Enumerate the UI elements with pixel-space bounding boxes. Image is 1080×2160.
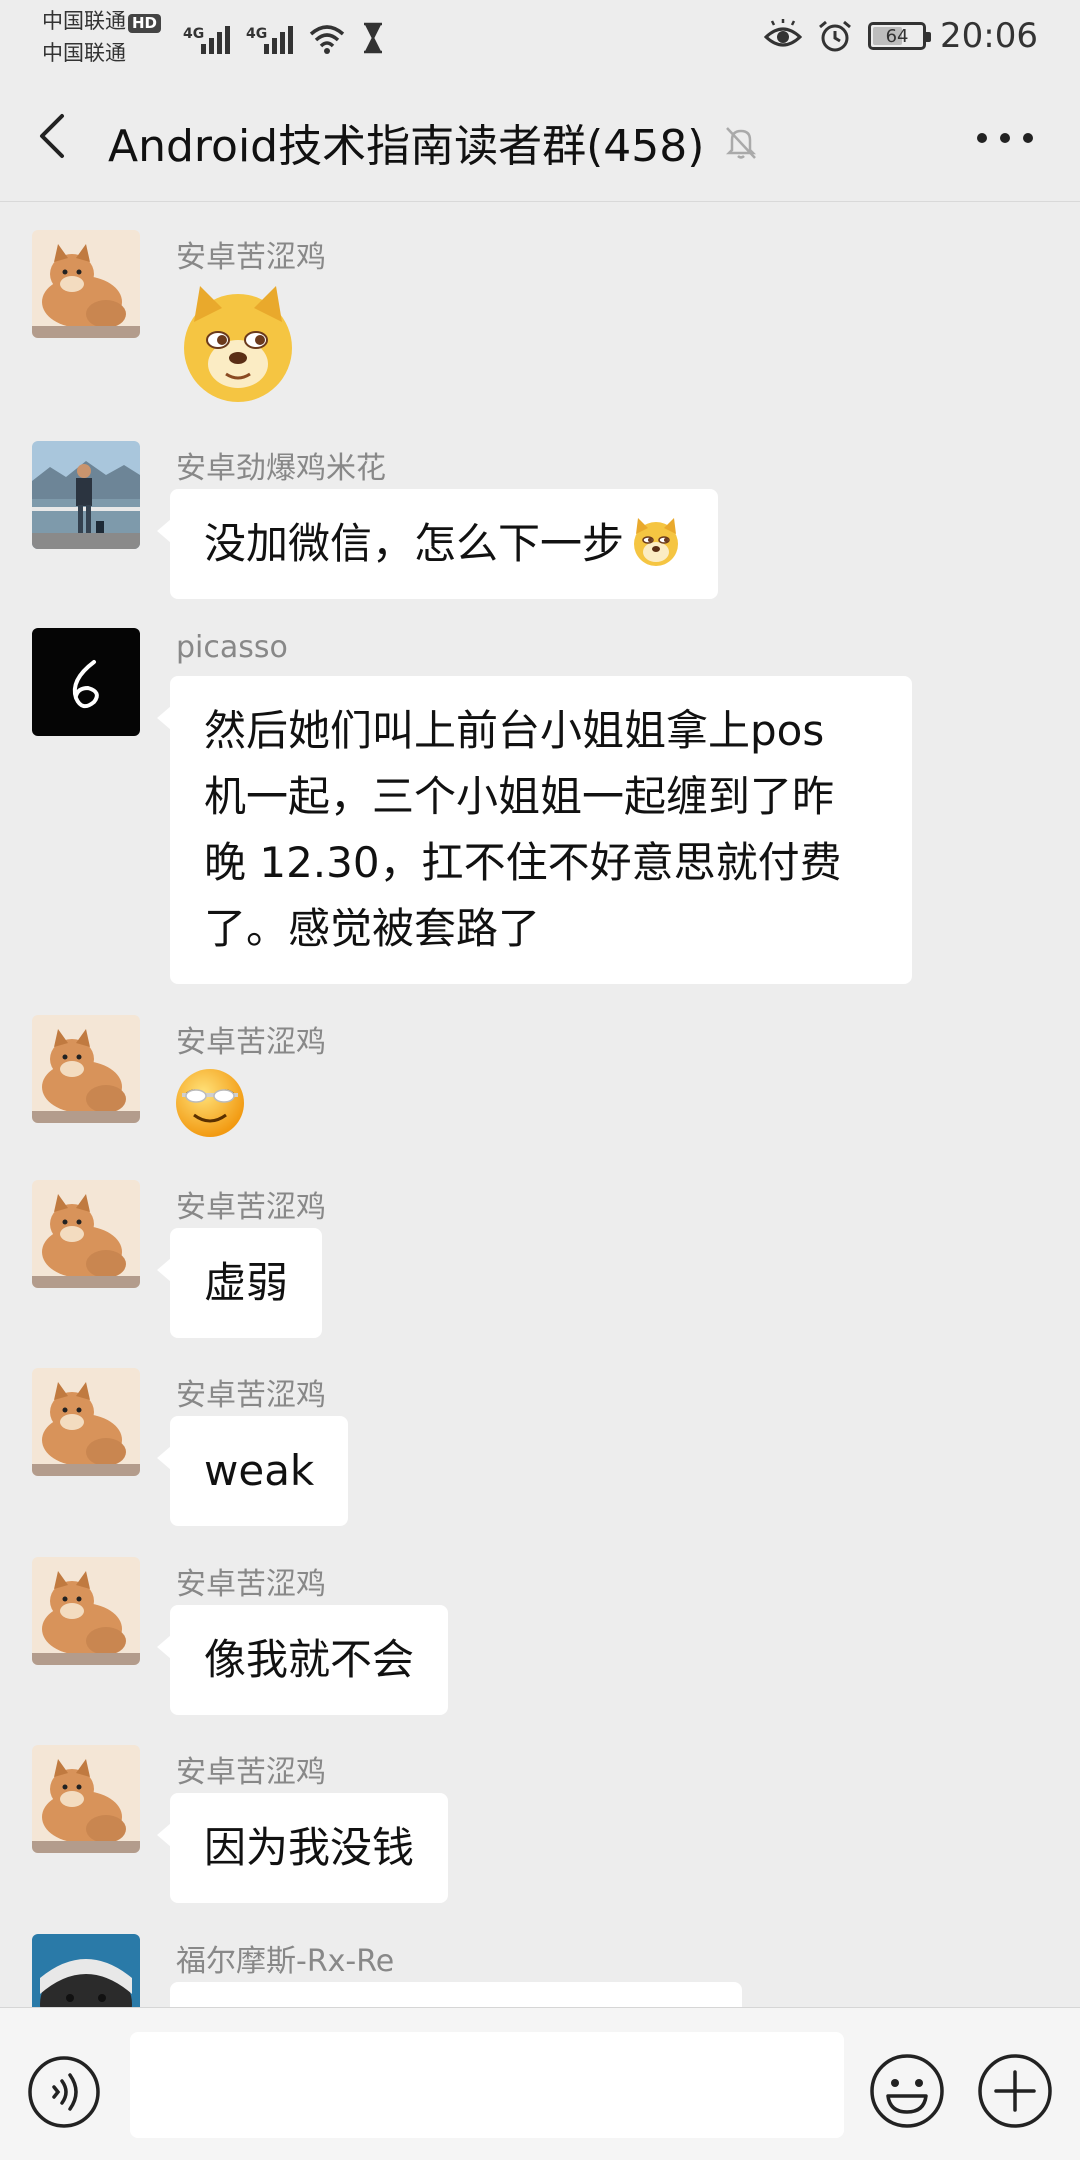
alarm-icon [819,20,851,52]
sender-name: 安卓苦涩鸡 [176,1755,326,1790]
emoji-icon[interactable] [868,2052,946,2130]
hd-badge: HD [128,14,162,33]
message-bubble[interactable]: 像我就不会 [156,1605,449,1715]
sender-name: 安卓苦涩鸡 [176,1025,326,1060]
voice-icon[interactable] [26,2054,102,2130]
avatar-shiba[interactable] [32,1368,140,1476]
message-bubble[interactable]: 没加微信，怎么下一步 [156,489,719,599]
avatar-shiba[interactable] [32,1015,140,1123]
carrier-label-1: 中国联通 HD [42,9,162,33]
wifi-icon [309,25,345,54]
status-right: 64 20:06 [764,12,1038,60]
sender-name: 安卓苦涩鸡 [176,240,326,275]
sender-name: 安卓苦涩鸡 [176,1378,326,1413]
title-wrap: Android技术指南读者群(458) [108,110,760,174]
message-bubble[interactable] [170,1982,742,2007]
network-indicators: 4G 4G [183,14,385,54]
sender-name: 福尔摩斯-Rx-Re [176,1944,395,1979]
smirk-emoji-icon[interactable] [172,1065,248,1141]
plus-icon[interactable] [976,2052,1054,2130]
message-text: weak [204,1446,315,1495]
message-bubble[interactable]: 因为我没钱 [156,1793,449,1903]
avatar-shiba[interactable] [32,1745,140,1853]
avatar-shiba[interactable] [32,230,140,338]
input-bar [0,2007,1080,2160]
avatar-shiba[interactable] [32,1180,140,1288]
clock: 20:06 [940,16,1038,56]
message-bubble[interactable]: 虚弱 [156,1228,323,1338]
battery-level: 64 [885,25,909,47]
signal-strength-icon-2: 4G [246,26,293,54]
battery-icon: 64 [868,22,932,50]
signal-strength-icon-1: 4G [183,26,230,54]
carrier-label-2: 中国联通 [42,41,126,65]
sender-name: picasso [176,630,288,665]
chat-header: Android技术指南读者群(458) [0,72,1080,202]
message-bubble[interactable]: weak [156,1416,349,1526]
doge-sticker[interactable] [176,282,300,406]
message-input[interactable] [130,2032,844,2138]
more-dots-icon[interactable] [970,118,1040,158]
network-type-2: 4G [246,26,268,42]
message-text: 虚弱 [204,1258,289,1307]
sender-name: 安卓劲爆鸡米花 [176,451,386,486]
message-bubble[interactable]: 然后她们叫上前台小姐姐拿上pos 机一起，三个小姐姐一起缠到了昨 晚 12.30… [157,676,912,984]
bell-off-icon [726,127,757,159]
sender-name: 安卓苦涩鸡 [176,1190,326,1225]
status-bar: 中国联通 HD 中国联通 4G 4G 64 20:06 [0,0,1080,72]
carrier-name-1: 中国联通 [42,9,126,33]
message-text: 像我就不会 [204,1635,415,1684]
message-text: 因为我没钱 [204,1823,415,1872]
message-line: 机一起，三个小姐姐一起缠到了昨 [204,772,835,821]
eye-icon [764,19,803,47]
page-title: Android技术指南读者群(458) [108,121,705,172]
message-list[interactable]: 安卓苦涩鸡 安卓劲爆鸡米花 没加微信，怎么下一步 picasso 然后她们叫上前… [0,203,1080,2007]
message-line: 然后她们叫上前台小姐姐拿上pos [204,706,825,755]
message-text: 没加微信，怎么下一步 [204,519,625,568]
network-type-1: 4G [183,26,205,42]
avatar-shiba[interactable] [32,1557,140,1665]
avatar-traveler[interactable] [32,441,140,549]
message-line: 了。感觉被套路了 [204,904,541,953]
doge-emoji-icon [634,518,679,566]
hourglass-icon [363,22,383,54]
chevron-left-icon[interactable] [30,108,78,164]
sender-name: 安卓苦涩鸡 [176,1567,326,1602]
avatar-six[interactable] [32,628,140,736]
message-line: 晚 12.30，扛不住不好意思就付费 [204,838,842,887]
avatar-honey-badger[interactable] [32,1934,140,2007]
